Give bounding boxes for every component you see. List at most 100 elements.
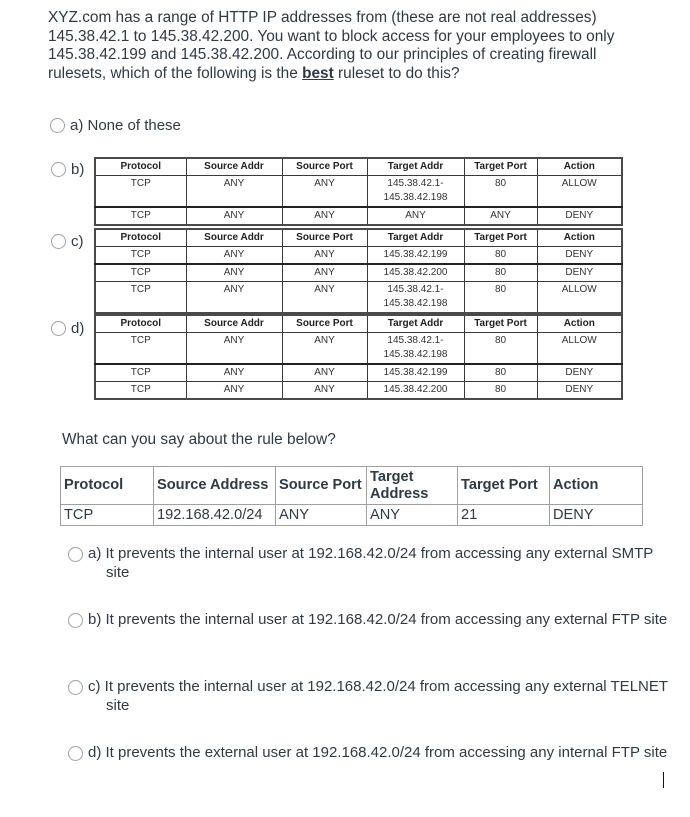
cell: ANY <box>281 332 368 365</box>
question-1-text: XYZ.com has a range of HTTP IP addresses… <box>48 9 648 83</box>
cell: ANY <box>281 381 368 400</box>
cell: TCP <box>94 332 187 365</box>
cell: ANY <box>185 175 283 208</box>
cell: TCP <box>94 206 187 226</box>
cell: TCP <box>60 504 154 526</box>
table-row: TCP ANY ANY 145.38.42.1- 145.38.42.198 80… <box>94 175 623 208</box>
q1-option-a-label: a) None of these <box>70 117 181 134</box>
cell: ANY <box>185 246 283 265</box>
q2-option-c[interactable]: c) It prevents the internal user at 192.… <box>68 678 668 715</box>
cell: 145.38.42.200 <box>366 381 465 400</box>
cell: TCP <box>94 281 187 314</box>
cell: ANY <box>185 332 283 365</box>
header-cell: Source Address <box>153 466 276 505</box>
q1-option-d-ruleset-table: Protocol Source Addr Source Port Target … <box>94 314 623 400</box>
text-cursor-icon <box>663 772 664 788</box>
cell: TCP <box>94 363 187 382</box>
question-1-emphasis: best <box>302 64 334 82</box>
cell: 145.38.42.1- 145.38.42.198 <box>366 281 465 314</box>
cell: 80 <box>463 332 538 365</box>
cell: ANY <box>275 504 367 526</box>
header-cell: Action <box>549 466 643 505</box>
cell: ANY <box>185 281 283 314</box>
cell: DENY <box>549 504 643 526</box>
header-cell: Action <box>536 314 623 333</box>
cell: 80 <box>463 263 538 282</box>
header-cell: Source Port <box>281 228 368 247</box>
cell: ANY <box>185 206 283 226</box>
radio-button[interactable] <box>68 547 83 562</box>
cell: ALLOW <box>536 175 623 208</box>
cell: 80 <box>463 381 538 400</box>
radio-button[interactable] <box>68 680 83 695</box>
q1-option-b-ruleset-table: Protocol Source Addr Source Port Target … <box>94 157 623 226</box>
cell: DENY <box>536 381 623 400</box>
table-row: TCP ANY ANY 145.38.42.1- 145.38.42.198 80… <box>94 332 623 365</box>
q1-option-d-radio[interactable] <box>51 321 66 336</box>
q1-option-b-label: b) <box>71 161 85 178</box>
cell: 145.38.42.1- 145.38.42.198 <box>366 332 465 365</box>
cell: 80 <box>463 281 538 314</box>
header-cell: Action <box>536 157 623 176</box>
radio-button[interactable] <box>68 613 83 628</box>
q2-option-d[interactable]: d) It prevents the external user at 192.… <box>68 744 668 763</box>
header-cell: Source Addr <box>185 314 283 333</box>
cell: 145.38.42.199 <box>366 363 465 382</box>
cell: ANY <box>281 363 368 382</box>
header-cell: Source Port <box>275 466 367 505</box>
header-cell: Target Port <box>463 157 538 176</box>
cell: ANY <box>281 263 368 282</box>
cell: 21 <box>457 504 550 526</box>
header-cell: Source Addr <box>185 228 283 247</box>
q2-rule-table: Protocol Source Address Source Port Targ… <box>60 466 643 526</box>
header-cell: Protocol <box>94 228 187 247</box>
header-cell: Target Addr <box>366 157 465 176</box>
cell: 80 <box>463 175 538 208</box>
cell: TCP <box>94 263 187 282</box>
q1-option-c-ruleset-table: Protocol Source Addr Source Port Target … <box>94 228 623 314</box>
cell: DENY <box>536 246 623 265</box>
cell: ALLOW <box>536 332 623 365</box>
cell: ANY <box>185 363 283 382</box>
header-cell: Source Port <box>281 157 368 176</box>
cell: 145.38.42.1- 145.38.42.198 <box>366 175 465 208</box>
cell: 145.38.42.200 <box>366 263 465 282</box>
cell: ANY <box>185 263 283 282</box>
q2-option-a-label: a) It prevents the internal user at 192.… <box>88 545 654 581</box>
cell: DENY <box>536 206 623 226</box>
header-cell: Protocol <box>94 157 187 176</box>
header-cell: Target Port <box>457 466 550 505</box>
header-cell: Source Addr <box>185 157 283 176</box>
q2-option-a[interactable]: a) It prevents the internal user at 192.… <box>68 545 668 582</box>
radio-button[interactable] <box>68 746 83 761</box>
header-cell: Protocol <box>94 314 187 333</box>
cell: ANY <box>281 246 368 265</box>
cell: ANY <box>463 206 538 226</box>
table-row: TCP ANY ANY ANY ANY DENY <box>94 206 623 226</box>
cell: ANY <box>185 381 283 400</box>
q2-option-b[interactable]: b) It prevents the internal user at 192.… <box>68 611 668 630</box>
header-cell: Action <box>536 228 623 247</box>
cell: 80 <box>463 363 538 382</box>
header-cell: Target Port <box>463 314 538 333</box>
cell: TCP <box>94 381 187 400</box>
question-1-text-part: ruleset to do this? <box>333 64 460 82</box>
cell: ANY <box>281 175 368 208</box>
header-cell: Source Port <box>281 314 368 333</box>
table-row: TCP ANY ANY 145.38.42.199 80 DENY <box>94 246 623 265</box>
table-row: TCP ANY ANY 145.38.42.200 80 DENY <box>94 381 623 400</box>
q1-option-c-radio[interactable] <box>51 234 66 249</box>
table-row: TCP ANY ANY 145.38.42.199 80 DENY <box>94 363 623 382</box>
cell: TCP <box>94 246 187 265</box>
table-header-row: Protocol Source Address Source Port Targ… <box>60 466 643 505</box>
q2-option-d-label: d) It prevents the external user at 192.… <box>88 744 668 761</box>
cell: DENY <box>536 363 623 382</box>
radio-button[interactable] <box>50 118 65 133</box>
q1-option-b-radio[interactable] <box>51 162 66 177</box>
cell: ANY <box>366 504 458 526</box>
cell: ALLOW <box>536 281 623 314</box>
cell: DENY <box>536 263 623 282</box>
table-row: TCP 192.168.42.0/24 ANY ANY 21 DENY <box>60 504 643 526</box>
header-cell: Target Address <box>366 466 458 505</box>
header-cell: Target Port <box>463 228 538 247</box>
